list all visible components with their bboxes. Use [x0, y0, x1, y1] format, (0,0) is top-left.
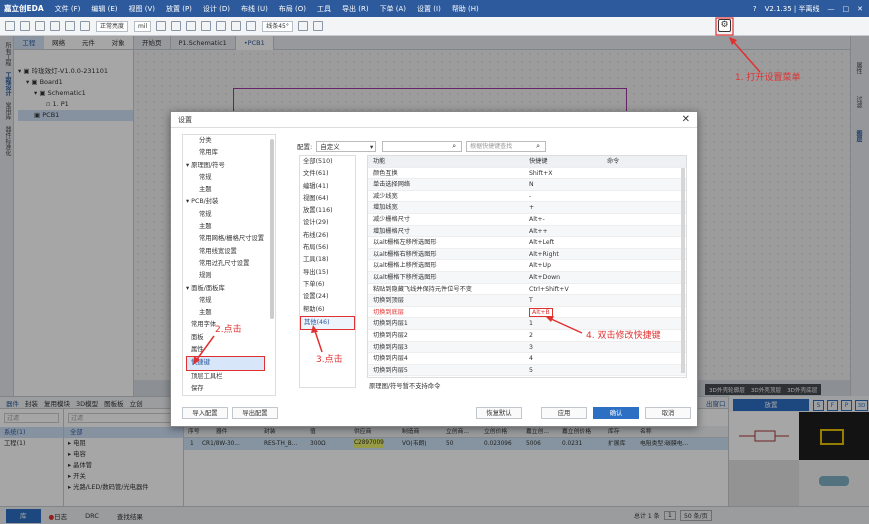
arrow-2: [194, 335, 215, 363]
arrow-3-head: [311, 325, 318, 333]
annotation-3: 3.点击: [316, 355, 343, 365]
annotation-4: 4. 双击修改快捷键: [586, 331, 661, 341]
arrow-1: [730, 38, 761, 73]
annotation-1: 1. 打开设置菜单: [735, 73, 801, 83]
arrow-4: [548, 317, 583, 334]
annotation-2: 2.点击: [215, 325, 242, 335]
gear-highlight: [715, 17, 734, 36]
